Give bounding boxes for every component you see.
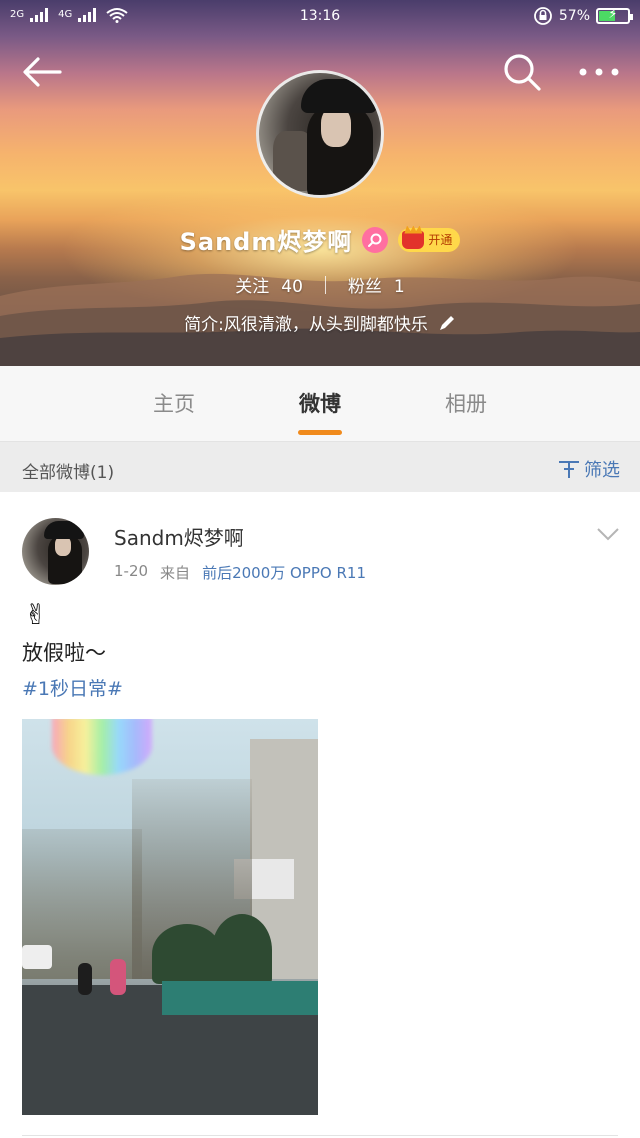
post-avatar-face-shape bbox=[55, 536, 71, 556]
profile-cover: 2G 4G 13:16 57% ⚡ Sandm烬梦啊 开通 关注 40 粉丝 1… bbox=[0, 0, 640, 366]
photo-fence-shape bbox=[162, 981, 318, 1015]
photo-rainbow-shape bbox=[52, 719, 152, 775]
post-card: Sandm烬梦啊 1-20 来自 前后2000万 OPPO R11 ✌ 放假啦～… bbox=[0, 492, 640, 1138]
photo-car-shape bbox=[22, 945, 52, 969]
charging-icon: ⚡ bbox=[608, 7, 618, 22]
tab-home[interactable]: 主页 bbox=[114, 388, 234, 418]
photo-rider-shape bbox=[110, 959, 126, 995]
photo-rider-shape bbox=[78, 963, 92, 995]
profile-bio: 简介:风很清澈，从头到脚都快乐 bbox=[184, 315, 428, 335]
more-options-icon[interactable] bbox=[578, 60, 620, 84]
status-right: 57% ⚡ bbox=[533, 6, 633, 26]
followers-count: 1 bbox=[393, 277, 405, 297]
following-stat[interactable]: 关注 40 bbox=[235, 272, 303, 297]
tab-album[interactable]: 相册 bbox=[406, 388, 526, 418]
profile-name: Sandm烬梦啊 bbox=[179, 228, 353, 256]
following-count: 40 bbox=[281, 277, 303, 297]
crown-icon bbox=[402, 230, 425, 249]
followers-stat[interactable]: 粉丝 1 bbox=[348, 272, 405, 297]
profile-name-row: Sandm烬梦啊 开通 bbox=[0, 222, 640, 257]
vip-open-label: 开通 bbox=[428, 233, 453, 247]
filter-button[interactable]: 筛选 bbox=[558, 456, 620, 482]
filter-bar: 全部微博(1) 筛选 bbox=[0, 442, 640, 492]
post-source-prefix: 来自 bbox=[160, 564, 191, 582]
profile-bio-row[interactable]: 简介:风很清澈，从头到脚都快乐 bbox=[0, 310, 640, 335]
chevron-down-icon[interactable] bbox=[596, 526, 620, 542]
tab-weibo[interactable]: 微博 bbox=[260, 388, 380, 418]
lock-rotation-icon bbox=[533, 7, 552, 25]
post-date: 1-20 bbox=[114, 562, 149, 580]
post-photo[interactable] bbox=[22, 719, 318, 1115]
battery-percent: 57% bbox=[558, 8, 590, 24]
magnifier-icon bbox=[368, 233, 382, 247]
battery-icon: ⚡ bbox=[596, 7, 633, 24]
photo-hedge-shape bbox=[212, 914, 272, 986]
post-device-link[interactable]: 前后2000万 OPPO R11 bbox=[202, 562, 366, 583]
following-label: 关注 bbox=[235, 277, 270, 297]
tab-active-indicator bbox=[298, 430, 342, 435]
victory-hand-emoji: ✌ bbox=[24, 598, 48, 631]
profile-stats: 关注 40 粉丝 1 bbox=[0, 272, 640, 297]
avatar-cap-shape bbox=[301, 79, 377, 113]
vip-open-button[interactable]: 开通 bbox=[398, 227, 461, 252]
post-avatar[interactable] bbox=[22, 518, 89, 585]
avatar-face-shape bbox=[321, 107, 351, 147]
all-posts-count: 全部微博(1) bbox=[22, 463, 115, 483]
search-icon[interactable] bbox=[502, 52, 542, 92]
edit-pencil-icon[interactable] bbox=[438, 314, 456, 332]
post-divider bbox=[22, 1135, 618, 1136]
post-username[interactable]: Sandm烬梦啊 bbox=[114, 522, 244, 551]
followers-label: 粉丝 bbox=[347, 277, 382, 297]
filter-button-label: 筛选 bbox=[584, 460, 620, 481]
status-bar: 2G 4G 13:16 57% ⚡ bbox=[0, 0, 640, 34]
profile-avatar[interactable] bbox=[256, 70, 384, 198]
post-avatar-cap-shape bbox=[44, 521, 84, 539]
back-arrow-icon[interactable] bbox=[22, 55, 62, 89]
filter-icon bbox=[559, 461, 579, 478]
post-hashtag[interactable]: #1秒日常# bbox=[22, 674, 123, 701]
magnifier-badge-icon[interactable] bbox=[362, 226, 389, 253]
profile-tabs: 主页 微博 相册 bbox=[0, 366, 640, 442]
post-meta: 1-20 来自 前后2000万 OPPO R11 bbox=[114, 562, 366, 583]
stats-divider bbox=[324, 275, 326, 294]
post-text: 放假啦～ bbox=[22, 641, 106, 665]
